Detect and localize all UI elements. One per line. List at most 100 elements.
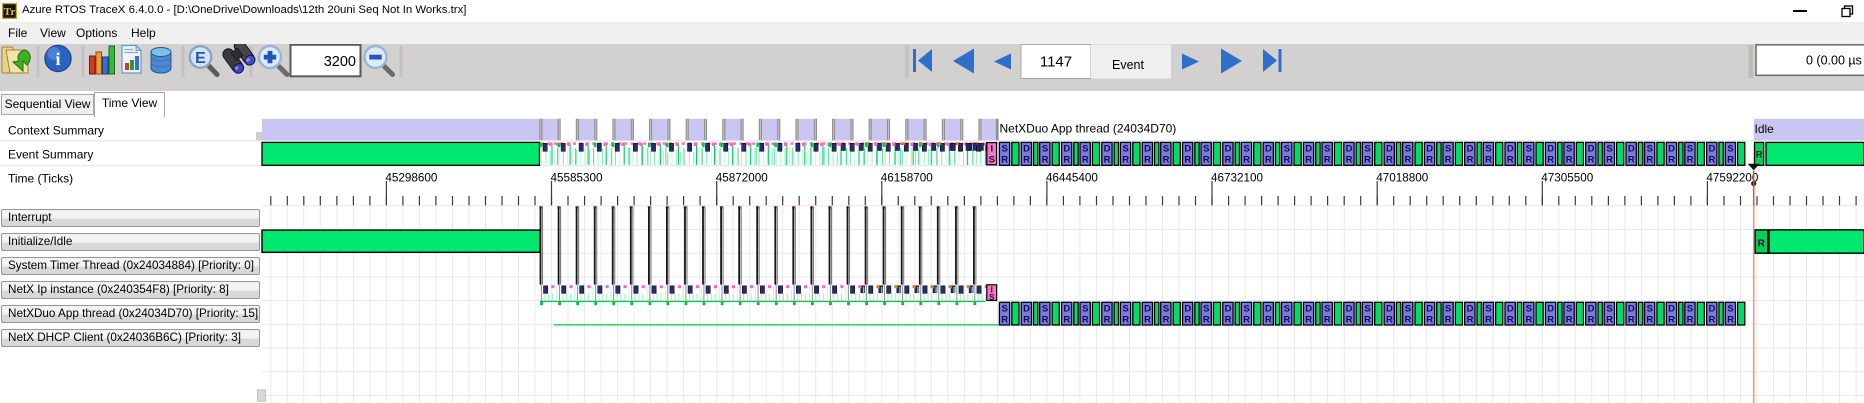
svg-text:R: R	[1082, 315, 1089, 326]
svg-text:R: R	[1566, 155, 1573, 166]
svg-text:R: R	[1646, 315, 1653, 326]
svg-text:47305500: 47305500	[1541, 172, 1594, 185]
svg-text:D: D	[1265, 144, 1272, 155]
svg-text:E: E	[195, 50, 206, 67]
svg-text:R: R	[1445, 155, 1452, 166]
svg-text:S: S	[1042, 144, 1048, 155]
svg-text:45872000: 45872000	[716, 172, 769, 185]
svg-text:D: D	[1104, 304, 1111, 315]
svg-text:S: S	[1485, 144, 1491, 155]
svg-text:R: R	[1426, 155, 1433, 166]
svg-text:S: S	[1002, 304, 1008, 315]
svg-text:D: D	[1386, 144, 1393, 155]
svg-text:R: R	[1727, 155, 1734, 166]
svg-text:1147: 1147	[1040, 54, 1072, 71]
svg-text:R: R	[1758, 239, 1766, 250]
svg-text:R: R	[1001, 155, 1008, 166]
svg-text:S: S	[1526, 304, 1532, 315]
svg-text:46732100: 46732100	[1211, 172, 1264, 185]
svg-text:R: R	[1525, 315, 1532, 326]
svg-text:R: R	[1708, 155, 1715, 166]
svg-text:R: R	[1063, 155, 1070, 166]
svg-text:S: S	[1526, 144, 1532, 155]
svg-text:R: R	[1507, 315, 1514, 326]
svg-text:S: S	[1687, 144, 1693, 155]
svg-text:R: R	[1687, 155, 1694, 166]
svg-text:D: D	[1346, 304, 1353, 315]
svg-text:R: R	[1547, 315, 1554, 326]
svg-text:R: R	[1668, 315, 1675, 326]
svg-text:D: D	[1063, 144, 1070, 155]
svg-text:R: R	[1283, 315, 1290, 326]
svg-text:D: D	[1265, 304, 1272, 315]
svg-text:NetXDuo App thread (24034D70): NetXDuo App thread (24034D70)	[1000, 122, 1177, 136]
svg-text:S: S	[1727, 304, 1733, 315]
svg-text:D: D	[1023, 304, 1030, 315]
svg-text:D: D	[1104, 144, 1111, 155]
svg-text:R: R	[1082, 155, 1089, 166]
svg-text:D: D	[1426, 144, 1433, 155]
svg-text:D: D	[1305, 144, 1312, 155]
svg-text:R: R	[1346, 315, 1353, 326]
svg-text:R: R	[1588, 155, 1595, 166]
svg-text:Idle: Idle	[1755, 122, 1775, 136]
svg-text:S: S	[1243, 144, 1249, 155]
svg-text:R: R	[1203, 315, 1210, 326]
svg-text:R: R	[1566, 315, 1573, 326]
svg-text:S: S	[1647, 304, 1653, 315]
svg-text:R: R	[1588, 315, 1595, 326]
svg-text:R: R	[1243, 315, 1250, 326]
svg-text:i: i	[55, 49, 60, 69]
svg-text:R: R	[1547, 155, 1554, 166]
svg-text:R: R	[1163, 155, 1170, 166]
svg-text:S: S	[1082, 304, 1088, 315]
svg-text:R: R	[1001, 315, 1008, 326]
svg-text:R: R	[1283, 155, 1290, 166]
svg-text:S: S	[1566, 304, 1572, 315]
svg-text:R: R	[1122, 315, 1129, 326]
svg-text:D: D	[1507, 304, 1514, 315]
svg-text:D: D	[1346, 144, 1353, 155]
svg-text:D: D	[1628, 144, 1635, 155]
svg-text:R: R	[1305, 155, 1312, 166]
svg-text:R: R	[1507, 155, 1514, 166]
svg-text:46158700: 46158700	[881, 172, 934, 185]
svg-text:S: S	[1284, 144, 1290, 155]
svg-text:Event Summary: Event Summary	[8, 148, 93, 162]
svg-text:R: R	[1265, 315, 1272, 326]
svg-text:Tr: Tr	[4, 6, 16, 18]
svg-text:D: D	[1708, 144, 1715, 155]
svg-text:R: R	[1184, 155, 1191, 166]
svg-text:3200: 3200	[324, 54, 356, 70]
svg-text:S: S	[1082, 144, 1088, 155]
svg-text:Event: Event	[1112, 58, 1144, 72]
svg-text:0 (0.00 µs: 0 (0.00 µs	[1806, 54, 1862, 68]
svg-text:D: D	[1023, 144, 1030, 155]
svg-text:R: R	[1042, 315, 1049, 326]
svg-text:D: D	[1467, 144, 1474, 155]
svg-text:D: D	[1628, 304, 1635, 315]
svg-text:R: R	[1023, 155, 1030, 166]
svg-text:S: S	[1163, 144, 1169, 155]
svg-text:S: S	[1727, 144, 1733, 155]
svg-text:R: R	[1646, 155, 1653, 166]
svg-text:R: R	[1203, 155, 1210, 166]
svg-text:47592200: 47592200	[1706, 172, 1759, 185]
svg-text:47018800: 47018800	[1376, 172, 1429, 185]
svg-text:S: S	[1445, 304, 1451, 315]
svg-text:D: D	[1668, 304, 1675, 315]
svg-text:D: D	[1708, 304, 1715, 315]
svg-text:S: S	[1606, 144, 1612, 155]
svg-text:R: R	[1122, 155, 1129, 166]
svg-text:R: R	[1386, 315, 1393, 326]
svg-text:R: R	[1023, 315, 1030, 326]
svg-text:S: S	[1606, 304, 1612, 315]
svg-text:D: D	[1184, 304, 1191, 315]
svg-text:R: R	[1668, 155, 1675, 166]
svg-text:R: R	[1243, 155, 1250, 166]
svg-text:S: S	[989, 293, 995, 302]
svg-text:R: R	[1467, 155, 1474, 166]
svg-text:D: D	[1467, 304, 1474, 315]
svg-text:S: S	[1485, 304, 1491, 315]
svg-text:S: S	[1243, 304, 1249, 315]
